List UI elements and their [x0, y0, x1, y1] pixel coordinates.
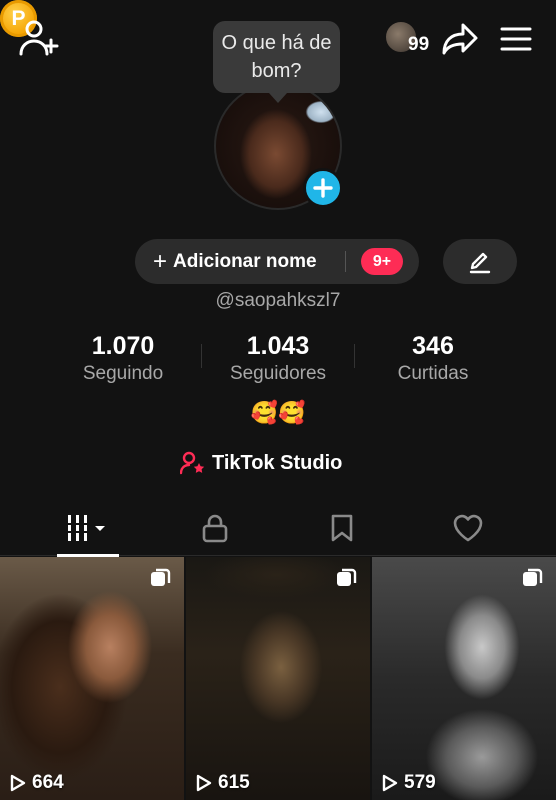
stat-separator — [201, 344, 202, 368]
profile-tabs — [0, 500, 556, 557]
tab-private[interactable] — [145, 500, 284, 556]
tab-videos[interactable] — [19, 500, 158, 557]
play-icon — [10, 774, 26, 792]
video-thumbnail[interactable]: 664 — [0, 557, 184, 800]
stat-value: 1.070 — [91, 332, 155, 360]
view-count-value: 579 — [404, 772, 436, 793]
plus-icon — [313, 178, 333, 198]
video-thumbnail[interactable]: 579 — [372, 557, 556, 800]
stat-label: Seguindo — [82, 363, 164, 384]
bookmark-icon — [331, 514, 352, 542]
stat-value: 1.043 — [246, 332, 310, 360]
share-icon[interactable] — [440, 20, 480, 58]
add-story-button[interactable] — [303, 168, 343, 208]
add-name-button[interactable]: + Adicionar nome 9+ — [135, 239, 419, 284]
username: @saopahkszl7 — [215, 290, 341, 311]
tab-liked[interactable] — [398, 500, 537, 556]
stat-value: 346 — [412, 332, 454, 360]
lock-icon — [202, 514, 227, 543]
stat-followers[interactable]: 1.043 Seguidores — [203, 330, 353, 386]
edit-profile-button[interactable] — [443, 239, 517, 284]
menu-icon[interactable] — [496, 20, 536, 58]
stat-separator — [354, 344, 355, 368]
view-count-value: 615 — [218, 772, 250, 793]
profile-stats: 1.070 Seguindo 1.043 Seguidores 346 Curt… — [0, 330, 556, 390]
visitors-count: 99 — [408, 34, 430, 55]
view-count: 579 — [382, 772, 436, 794]
view-count: 615 — [196, 772, 250, 794]
multi-photo-icon — [337, 568, 357, 586]
stat-label: Seguidores — [229, 363, 327, 384]
video-thumbnail[interactable]: 615 — [186, 557, 370, 800]
studio-icon — [180, 451, 205, 475]
profile-visitors-button[interactable]: 99 — [380, 18, 436, 58]
add-friend-icon[interactable] — [18, 18, 60, 58]
status-tooltip[interactable]: O que há de bom? — [213, 21, 340, 103]
stat-label: Curtidas — [397, 363, 469, 384]
stat-likes[interactable]: 346 Curtidas — [358, 330, 508, 386]
grid-icon — [67, 515, 105, 541]
divider — [345, 251, 346, 272]
stat-following[interactable]: 1.070 Seguindo — [48, 330, 198, 386]
tab-favorites[interactable] — [272, 500, 411, 556]
add-name-label: Adicionar nome — [173, 250, 317, 272]
multi-photo-icon — [523, 568, 543, 586]
heart-icon — [453, 514, 482, 542]
multi-photo-icon — [151, 568, 171, 586]
studio-label: TikTok Studio — [212, 451, 343, 474]
notification-badge[interactable]: 9+ — [361, 248, 403, 275]
video-grid: 664 615 579 — [0, 557, 556, 800]
tiktok-studio-link[interactable]: TikTok Studio — [180, 448, 342, 478]
view-count-value: 664 — [32, 772, 64, 793]
play-icon — [382, 774, 398, 792]
bio: 🥰🥰 — [250, 400, 306, 425]
play-icon — [196, 774, 212, 792]
view-count: 664 — [10, 772, 64, 794]
add-name-plus: + — [153, 247, 168, 275]
pencil-icon — [469, 252, 491, 273]
